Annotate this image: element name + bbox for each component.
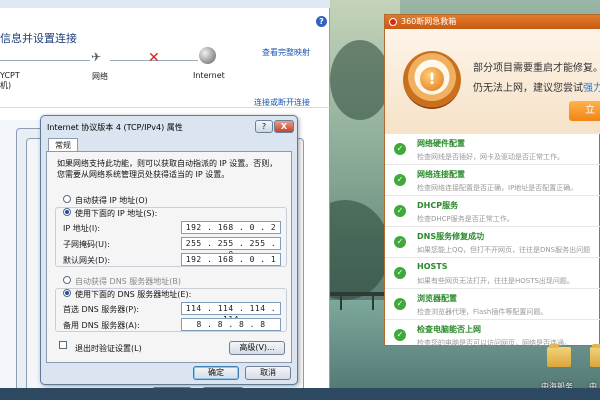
internet-globe-icon <box>199 47 216 64</box>
check-ok-icon: ✓ <box>394 329 406 341</box>
banner-message: 部分项目需要重启才能修复。 <box>473 63 600 74</box>
check-item-desc: 检查网线是否插好，网卡及驱动是否正常工作。 <box>417 153 564 161</box>
check-item-dns[interactable]: ✓ DNS服务修复成功 如果您能上QQ，但打不开网页，往往是DNS服务出问题 <box>385 226 600 257</box>
check-ok-icon: ✓ <box>394 205 406 217</box>
check-item-title: DHCP服务 <box>417 201 459 210</box>
full-map-link[interactable]: 查看完整映射 <box>262 47 310 58</box>
window-top-strip <box>0 0 330 8</box>
panel-titlebar: 360断网急救箱 <box>385 15 600 29</box>
tab-general[interactable]: 常规 <box>48 138 78 152</box>
check-item-desc: 如果您能上QQ，但打不开网页，往往是DNS服务出问题 <box>417 246 591 254</box>
warning-ring-icon: ! <box>403 51 461 109</box>
advanced-button[interactable]: 高级(V)... <box>229 341 285 355</box>
check-item-title: 网络连接配置 <box>417 170 465 179</box>
check-item-desc: 如果有些网页无法打开，往往是HOSTS出现问题。 <box>417 277 574 285</box>
manual-dns-radio[interactable] <box>63 289 71 297</box>
force-repair-link[interactable]: 强力 <box>583 83 600 94</box>
check-item-desc: 检查浏览器代理，Flash插件等配置问题。 <box>417 308 548 316</box>
gateway-label: 默认网关(D): <box>63 256 111 265</box>
computer-label: YCPT 机) <box>0 71 20 90</box>
desktop-folder-icon[interactable] <box>586 344 600 377</box>
map-line <box>0 60 90 61</box>
validate-settings-label: 退出时验证设置(L) <box>75 344 142 353</box>
gateway-field[interactable]: 192 . 168 . 0 . 1 <box>181 253 281 266</box>
wallpaper-bridge-post <box>340 292 342 310</box>
taskbar <box>0 388 600 400</box>
check-item-title: 浏览器配置 <box>417 294 457 303</box>
folder-icon <box>547 344 571 367</box>
manual-ip-radio[interactable] <box>63 208 71 216</box>
check-item-internet[interactable]: ✓ 检查电脑能否上网 检查您的电脑是否可以访问网页，网络是否连通。 <box>385 319 600 350</box>
check-item-dhcp[interactable]: ✓ DHCP服务 检查DHCP服务是否正常工作。 <box>385 195 600 226</box>
ip-address-field[interactable]: 192 . 168 . 0 . 2 <box>181 221 281 234</box>
alternate-dns-field[interactable]: 8 . 8 . 8 . 8 <box>181 318 281 331</box>
page-title: 信息并设置连接 <box>0 32 77 45</box>
check-item-hosts[interactable]: ✓ HOSTS 如果有些网页无法打开，往往是HOSTS出现问题。 <box>385 257 600 288</box>
status-banner: ! 部分项目需要重启才能修复。 仍无法上网，建议您尝试强力 立 <box>385 29 600 133</box>
auto-ip-radio[interactable] <box>63 195 71 203</box>
check-item-connection[interactable]: ✓ 网络连接配置 检查网络连接配置是否正确，IP地址是否配置正确。 <box>385 164 600 195</box>
subnet-mask-field[interactable]: 255 . 255 . 255 . 0 <box>181 237 281 259</box>
check-ok-icon: ✓ <box>394 267 406 279</box>
manual-dns-label: 使用下面的 DNS 服务器地址(E): <box>75 290 192 299</box>
dialog-help-button[interactable]: ? <box>255 120 273 133</box>
manual-ip-label: 使用下面的 IP 地址(S): <box>75 209 158 218</box>
tcpip-properties-dialog: Internet 协议版本 4 (TCP/IPv4) 属性 ? X 常规 如果网… <box>40 115 298 385</box>
360-logo-icon <box>389 18 397 26</box>
check-item-title: 网络硬件配置 <box>417 139 465 148</box>
network-label: 网络 <box>92 72 108 81</box>
check-item-title: HOSTS <box>417 262 448 271</box>
exclamation-icon: ! <box>420 67 444 91</box>
validate-settings-checkbox[interactable] <box>59 341 67 349</box>
check-item-desc: 检查网络连接配置是否正确，IP地址是否配置正确。 <box>417 184 578 192</box>
network-repair-panel: 360断网急救箱 ! 部分项目需要重启才能修复。 仍无法上网，建议您尝试强力 立… <box>384 14 600 347</box>
check-ok-icon: ✓ <box>394 298 406 310</box>
disconnected-x-icon[interactable]: ✕ <box>148 50 160 66</box>
dialog-close-button[interactable]: X <box>274 120 294 133</box>
folder-icon <box>590 344 600 367</box>
preferred-dns-field[interactable]: 114 . 114 . 114 . 114 <box>181 302 281 324</box>
cancel-button[interactable]: 取消 <box>245 366 291 380</box>
desktop-folder-icon[interactable] <box>543 344 575 377</box>
alternate-dns-label: 备用 DNS 服务器(A): <box>63 321 140 330</box>
check-item-browser[interactable]: ✓ 浏览器配置 检查浏览器代理，Flash插件等配置问题。 <box>385 288 600 319</box>
check-item-desc: 检查DHCP服务是否正常工作。 <box>417 215 514 223</box>
wallpaper-bridge-post <box>372 292 374 310</box>
check-item-title: 检查电脑能否上网 <box>417 325 481 334</box>
check-ok-icon: ✓ <box>394 143 406 155</box>
check-ok-icon: ✓ <box>394 236 406 248</box>
banner-suggestion: 仍无法上网，建议您尝试强力 <box>473 79 600 94</box>
network-icon: ✈ <box>91 50 102 64</box>
auto-dns-radio[interactable] <box>63 276 71 284</box>
divider <box>0 107 330 108</box>
help-icon[interactable]: ? <box>316 16 327 27</box>
internet-label: Internet <box>193 71 225 80</box>
dialog-title: Internet 协议版本 4 (TCP/IPv4) 属性 <box>47 123 183 132</box>
subnet-mask-label: 子网掩码(U): <box>63 240 110 249</box>
auto-ip-label: 自动获得 IP 地址(O) <box>75 196 148 205</box>
preferred-dns-label: 首选 DNS 服务器(P): <box>63 305 140 314</box>
ok-button[interactable]: 确定 <box>193 366 239 380</box>
wallpaper-tree <box>330 40 390 120</box>
check-item-hardware[interactable]: ✓ 网络硬件配置 检查网线是否插好，网卡及驱动是否正常工作。 <box>385 133 600 164</box>
info-text: 如果网络支持此功能，则可以获取自动指派的 IP 设置。否则，您需要从网络系统管理… <box>57 159 278 179</box>
auto-dns-label: 自动获得 DNS 服务器地址(B) <box>75 277 182 286</box>
general-panel: 如果网络支持此功能，则可以获取自动指派的 IP 设置。否则，您需要从网络系统管理… <box>46 151 292 363</box>
ip-label: IP 地址(I): <box>63 224 101 233</box>
check-ok-icon: ✓ <box>394 174 406 186</box>
check-item-title: DNS服务修复成功 <box>417 232 485 241</box>
repair-now-button[interactable]: 立 <box>569 101 600 121</box>
panel-title: 360断网急救箱 <box>401 17 457 26</box>
